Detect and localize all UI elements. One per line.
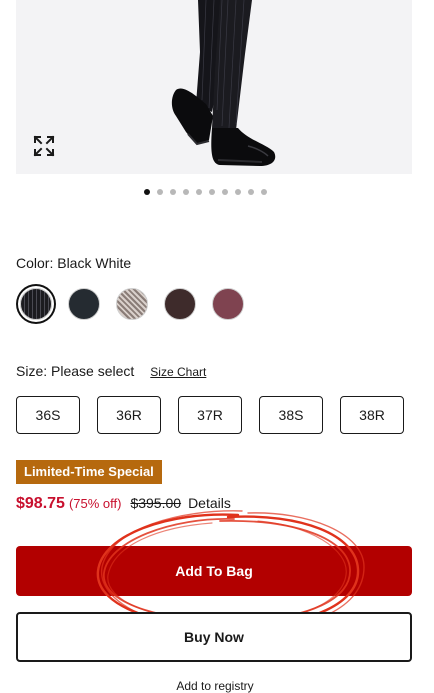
add-to-bag-button[interactable]: Add To Bag <box>16 546 412 596</box>
carousel-dot[interactable] <box>209 189 215 195</box>
price-row: $98.75 (75% off) $395.00 Details <box>16 495 231 513</box>
carousel-dot[interactable] <box>235 189 241 195</box>
color-swatch[interactable] <box>68 288 100 320</box>
size-chart-link[interactable]: Size Chart <box>150 365 206 379</box>
size-options: 36S 36R 37R 38S 38R <box>16 396 404 434</box>
promo-badge: Limited-Time Special <box>16 460 162 484</box>
size-option[interactable]: 38R <box>340 396 404 434</box>
color-swatches <box>16 288 244 320</box>
color-swatch[interactable] <box>212 288 244 320</box>
color-swatch[interactable] <box>164 288 196 320</box>
color-label: Color: Black White <box>16 255 132 271</box>
product-image[interactable] <box>16 0 412 174</box>
carousel-dot[interactable] <box>157 189 163 195</box>
price-details-link[interactable]: Details <box>188 495 231 511</box>
size-option[interactable]: 36S <box>16 396 80 434</box>
original-price: $395.00 <box>130 495 182 511</box>
size-label: Size: Please select <box>16 363 135 379</box>
size-row: Size: Please select Size Chart <box>16 363 206 379</box>
buy-now-button[interactable]: Buy Now <box>16 612 412 662</box>
carousel-dot[interactable] <box>144 189 150 195</box>
color-swatch[interactable] <box>20 288 52 320</box>
carousel-dot[interactable] <box>170 189 176 195</box>
size-option[interactable]: 38S <box>259 396 323 434</box>
add-to-registry-link[interactable]: Add to registry <box>0 679 430 693</box>
expand-arrows-icon[interactable] <box>32 134 56 158</box>
carousel-dots <box>144 189 267 195</box>
carousel-dot[interactable] <box>222 189 228 195</box>
carousel-dot[interactable] <box>196 189 202 195</box>
discount-percent: (75% off) <box>68 496 122 511</box>
size-option[interactable]: 37R <box>178 396 242 434</box>
size-option[interactable]: 36R <box>97 396 161 434</box>
carousel-dot[interactable] <box>261 189 267 195</box>
carousel-dot[interactable] <box>248 189 254 195</box>
color-swatch[interactable] <box>116 288 148 320</box>
carousel-dot[interactable] <box>183 189 189 195</box>
sale-price: $98.75 <box>16 495 65 512</box>
product-photo <box>171 0 276 166</box>
